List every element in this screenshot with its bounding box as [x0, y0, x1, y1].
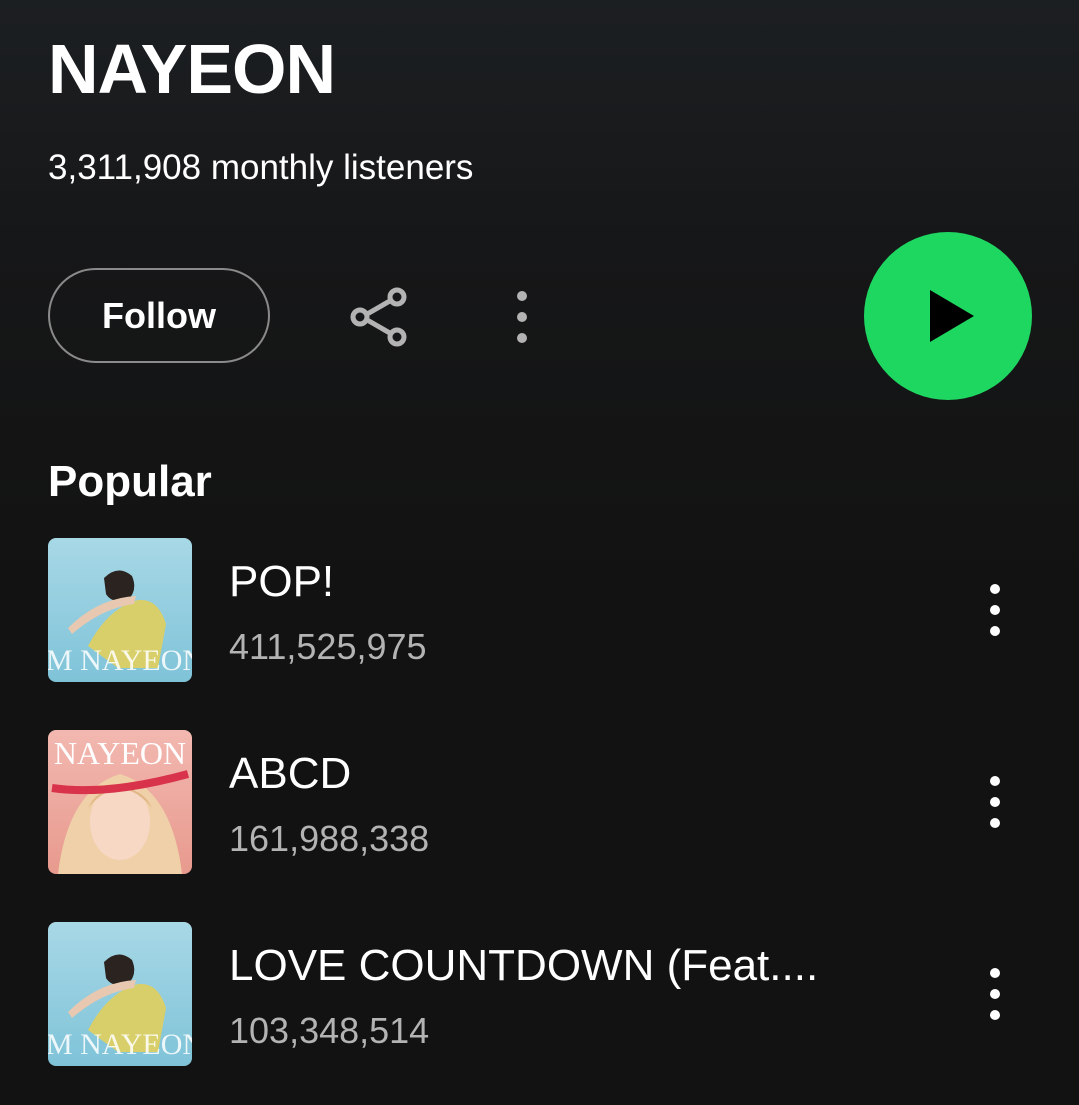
- album-cover: IM NAYEON: [48, 922, 192, 1066]
- more-vertical-icon: [990, 968, 1000, 1020]
- track-play-count: 103,348,514: [229, 1010, 430, 1051]
- track-row[interactable]: IM NAYEON POP! 411,525,975: [48, 538, 1048, 682]
- track-play-count: 161,988,338: [229, 818, 430, 859]
- album-cover: IM NAYEON: [48, 538, 192, 682]
- section-title-popular: Popular: [48, 457, 212, 506]
- svg-text:IM NAYEON: IM NAYEON: [48, 1028, 192, 1061]
- track-row[interactable]: IM NAYEON LOVE COUNTDOWN (Feat.... 103,3…: [48, 922, 1048, 1066]
- artist-name: NAYEON: [48, 30, 336, 108]
- track-title: ABCD: [229, 749, 352, 798]
- more-vertical-icon: [990, 584, 1000, 636]
- track-play-count: 411,525,975: [229, 626, 427, 667]
- track-title: LOVE COUNTDOWN (Feat....: [229, 941, 819, 990]
- more-vertical-icon: [990, 776, 1000, 828]
- track-title: POP!: [229, 557, 335, 606]
- track-row[interactable]: NAYEON ABCD 161,988,338: [48, 730, 1048, 874]
- album-cover: NAYEON: [48, 730, 192, 874]
- share-icon: [350, 287, 407, 347]
- artist-more-options-button[interactable]: [496, 282, 548, 352]
- svg-text:NAYEON: NAYEON: [54, 735, 186, 771]
- svg-text:IM NAYEON: IM NAYEON: [48, 644, 192, 677]
- play-icon: [930, 290, 974, 342]
- more-vertical-icon: [517, 291, 527, 343]
- track-more-options-button[interactable]: [968, 764, 1022, 840]
- monthly-listeners: 3,311,908 monthly listeners: [48, 148, 474, 187]
- play-button[interactable]: [864, 232, 1032, 400]
- follow-button[interactable]: Follow: [48, 268, 270, 363]
- track-more-options-button[interactable]: [968, 956, 1022, 1032]
- track-more-options-button[interactable]: [968, 572, 1022, 648]
- share-button[interactable]: [344, 284, 414, 350]
